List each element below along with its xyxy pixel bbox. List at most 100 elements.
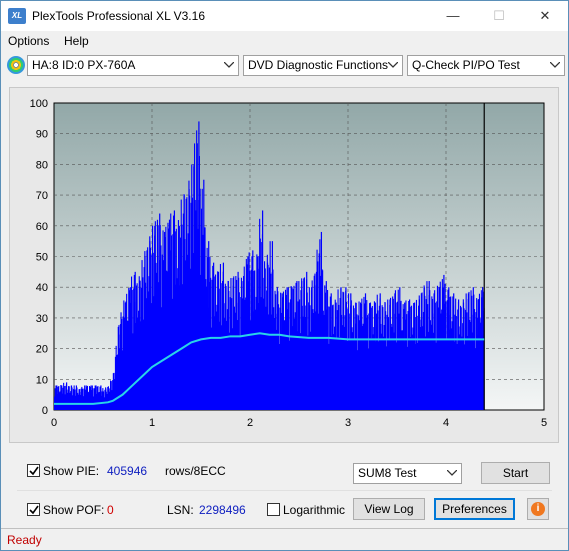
toolbar: HA:8 ID:0 PX-760A DVD Diagnostic Functio… [1,53,568,79]
pie-bar [154,225,156,410]
pie-bar [242,281,244,410]
pie-bar [75,385,78,410]
pie-bar [237,271,239,410]
info-button[interactable]: i [527,498,549,520]
pie-bar [355,302,357,410]
pie-bar [217,271,220,410]
sum-test-select[interactable]: SUM8 Test [353,463,462,484]
pie-bar [413,302,416,410]
pie-bar [477,299,479,410]
y-tick-label: 90 [36,129,48,141]
pie-bar [110,385,112,410]
pie-bar [423,287,425,410]
pie-bar [394,293,396,410]
pie-bar [462,302,465,410]
pie-bar [252,250,254,410]
pie-bar [379,293,381,410]
test-select[interactable]: Q-Check PI/PO Test [407,55,565,76]
pie-bar [183,195,185,410]
chevron-down-icon [446,464,458,483]
y-tick-label: 50 [36,252,48,264]
app-logo-icon: XL [8,8,26,24]
pie-bar [438,287,440,410]
pie-bar [325,281,327,410]
lsn-value: 2298496 [199,503,246,517]
pie-bar [315,271,318,410]
y-tick-label: 60 [36,221,48,233]
menu-bar: Options Help [1,31,568,52]
pie-bar [173,210,176,410]
y-tick-label: 0 [42,405,48,417]
preferences-button[interactable]: Preferences [434,498,515,520]
lsn-label: LSN: [167,503,194,517]
show-poe-label: Show POF: [43,503,105,517]
pie-bar [213,262,215,410]
pie-bar [453,293,455,410]
maximize-button[interactable]: ☐ [476,1,522,31]
pie-bar [129,287,131,410]
start-button[interactable]: Start [481,462,550,484]
pie-bar [369,302,372,410]
show-pie-checkbox[interactable] [27,464,40,477]
pie-bar [296,281,298,410]
pie-bar [80,388,82,410]
pie-bar [467,293,470,410]
pie-bar [139,281,141,410]
pie-bar [360,302,362,410]
title-bar: XL PlexTools Professional XL V3.16 — ☐ ✕ [1,1,568,31]
function-select[interactable]: DVD Diagnostic Functions [243,55,403,76]
logarithmic-checkbox[interactable] [267,503,280,516]
menu-help[interactable]: Help [64,34,89,48]
pie-bar [266,262,269,410]
y-tick-label: 10 [36,374,48,386]
pie-bar [320,231,323,410]
pie-bar [100,385,102,410]
pie-bar [389,299,391,410]
menu-options[interactable]: Options [8,34,49,48]
pie-bar [443,274,445,410]
pie-bar [458,299,460,410]
pie-bar [350,293,352,410]
x-tick-label: 3 [345,417,351,429]
pie-bar [340,287,342,410]
pie-bar [198,121,200,411]
pie-bar [105,388,107,410]
drive-select[interactable]: HA:8 ID:0 PX-760A [27,55,239,76]
test-select-value: Q-Check PI/PO Test [412,58,520,72]
minimize-button[interactable]: — [430,1,476,31]
pie-bar [66,382,68,410]
pie-bar [482,287,484,410]
pie-bar [428,281,430,410]
x-tick-label: 2 [247,417,253,429]
pie-bar [433,293,435,410]
view-log-button[interactable]: View Log [353,498,425,520]
pie-bar [311,287,313,410]
pie-bar [56,385,58,410]
pie-bar [134,271,136,410]
pie-bar [281,293,283,410]
function-select-value: DVD Diagnostic Functions [248,58,389,72]
close-button[interactable]: ✕ [522,1,568,31]
pie-bar [257,268,259,410]
chart-panel: 0 10 20 30 40 50 60 70 80 90 100 0 1 2 3 4 5 [9,87,559,443]
window-title: PlexTools Professional XL V3.16 [32,9,205,23]
pie-bar [472,287,474,410]
disc-drive-icon [7,56,25,74]
y-tick-label: 80 [36,159,48,171]
x-tick-label: 4 [443,417,449,429]
y-tick-label: 30 [36,313,48,325]
pie-bar [95,385,97,410]
pie-bar [90,385,92,410]
pie-bar [85,385,87,410]
pie-bar [247,256,249,410]
y-tick-label: 100 [30,98,48,110]
pie-bar [448,287,450,410]
pie-bar [409,299,411,410]
pie-bar [193,164,195,410]
pie-bar [345,287,347,410]
pie-bar [222,262,225,410]
x-tick-label: 5 [541,417,547,429]
show-poe-checkbox[interactable] [27,503,40,516]
pie-bar [159,213,161,410]
pie-bar [70,385,73,410]
